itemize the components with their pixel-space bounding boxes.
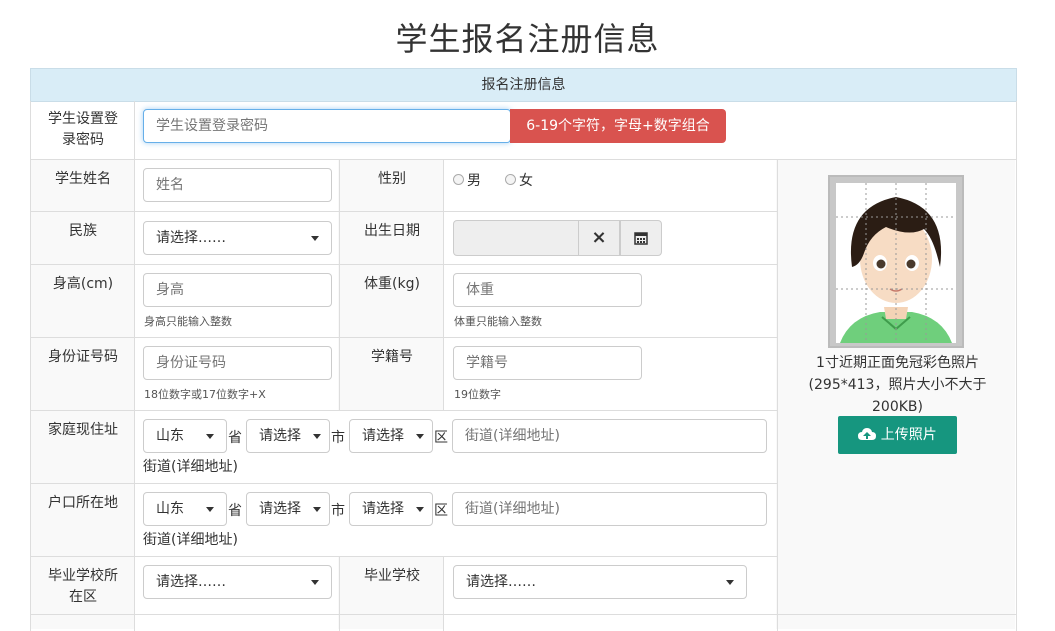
home-city-select[interactable]: 请选择 (246, 419, 330, 453)
birth-date-input[interactable] (453, 220, 581, 256)
ethnicity-select[interactable]: 请选择…… (143, 221, 332, 255)
password-input[interactable] (143, 109, 511, 143)
chevron-down-icon (726, 580, 734, 585)
student-id-label: 学籍号 (371, 349, 413, 365)
student-photo (828, 175, 964, 348)
chevron-down-icon (206, 507, 214, 512)
hukou-city-select[interactable]: 请选择 (246, 492, 330, 526)
gender-female-label: 女 (519, 173, 533, 189)
upload-photo-button[interactable]: 上传照片 (838, 416, 957, 454)
home-street-text: 街道(详细地址) (143, 459, 238, 475)
height-label: 身高(cm) (52, 276, 114, 292)
school-select[interactable]: 请选择…… (453, 565, 747, 599)
chevron-down-icon (206, 434, 214, 439)
student-id-input[interactable] (453, 346, 642, 380)
school-area-select[interactable]: 请选择…… (143, 565, 332, 599)
school-label: 毕业学校 (364, 568, 420, 584)
student-id-hint: 19位数字 (454, 388, 501, 401)
hukou-district-select[interactable]: 请选择 (349, 492, 433, 526)
chevron-down-icon (313, 434, 321, 439)
photo-caption: 1寸近期正面免冠彩色照片 (295*413，照片大小不大于 200KB) (808, 355, 987, 415)
chevron-down-icon (311, 580, 319, 585)
school-area-label: 毕业学校所 在区 (48, 568, 118, 605)
id-number-input[interactable] (143, 346, 332, 380)
section-header: 报名注册信息 (30, 68, 1017, 102)
password-hint-button: 6-19个字符，字母+数字组合 (510, 109, 726, 143)
id-number-label: 身份证号码 (48, 349, 118, 365)
district-suffix: 区 (434, 503, 448, 519)
password-label: 学生设置登 录密码 (48, 111, 118, 148)
province-suffix: 省 (228, 503, 242, 519)
cloud-upload-icon (858, 428, 877, 440)
hukou-street-input[interactable] (452, 492, 767, 526)
height-input[interactable] (143, 273, 332, 307)
home-province-select[interactable]: 山东 (143, 419, 227, 453)
chevron-down-icon (313, 507, 321, 512)
avatar (836, 183, 956, 343)
home-district-select[interactable]: 请选择 (349, 419, 433, 453)
id-number-hint: 18位数字或17位数字+X (144, 388, 266, 401)
home-address-label: 家庭现住址 (48, 422, 118, 438)
chevron-down-icon (416, 507, 424, 512)
registration-form: 报名注册信息 学生设置登 录密码 6-19个字符，字母+数字组合 学生姓名 性别… (30, 68, 1017, 631)
city-suffix: 市 (331, 430, 345, 446)
chevron-down-icon (311, 236, 319, 241)
hukou-address-label: 户口所在地 (48, 495, 118, 511)
city-suffix: 市 (331, 503, 345, 519)
gender-label: 性别 (378, 171, 406, 187)
gender-female-radio[interactable] (505, 174, 516, 185)
weight-input[interactable] (453, 273, 642, 307)
chevron-down-icon (416, 434, 424, 439)
district-suffix: 区 (434, 430, 448, 446)
name-label: 学生姓名 (55, 171, 111, 187)
height-hint: 身高只能输入整数 (144, 315, 232, 328)
name-input[interactable] (143, 168, 332, 202)
birth-date-label: 出生日期 (364, 223, 420, 239)
clear-date-icon[interactable]: × (578, 220, 620, 256)
province-suffix: 省 (228, 430, 242, 446)
home-street-input[interactable] (452, 419, 767, 453)
gender-male-label: 男 (467, 173, 481, 189)
calendar-icon[interactable] (620, 220, 662, 256)
page-title: 学生报名注册信息 (395, 20, 660, 58)
hukou-province-select[interactable]: 山东 (143, 492, 227, 526)
weight-label: 体重(kg) (364, 276, 420, 292)
gender-male-radio[interactable] (453, 174, 464, 185)
weight-hint: 体重只能输入整数 (454, 315, 542, 328)
hukou-street-text: 街道(详细地址) (143, 532, 238, 548)
ethnicity-label: 民族 (69, 223, 97, 239)
